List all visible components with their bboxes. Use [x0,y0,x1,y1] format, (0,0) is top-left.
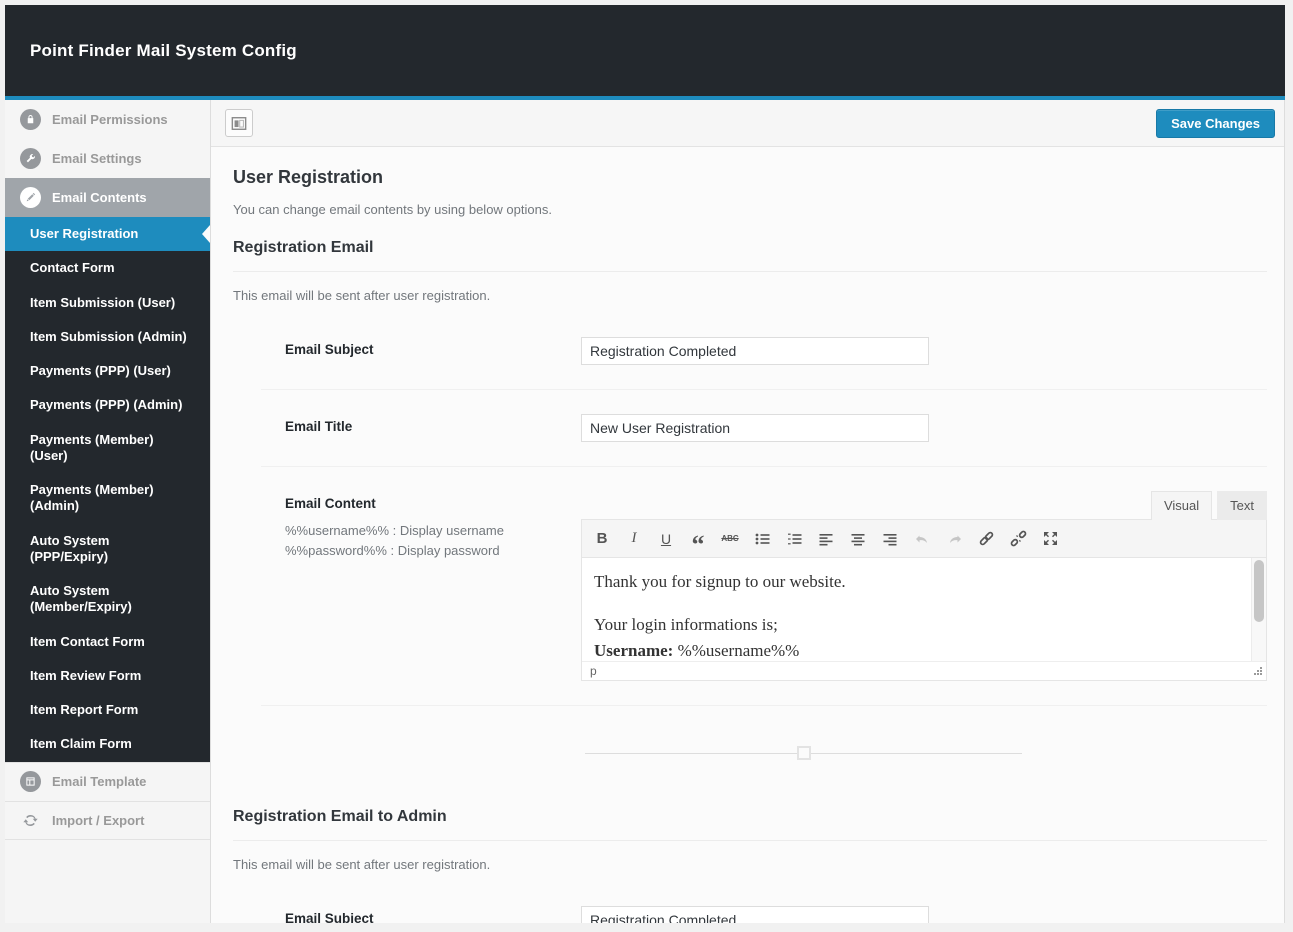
unlink-button[interactable] [1004,525,1032,553]
submenu-item-item-review-form[interactable]: Item Review Form [5,659,210,693]
sidebar-item-label: Email Permissions [52,112,168,127]
blockquote-button[interactable]: “ [684,525,712,553]
sidebar-item-email-template[interactable]: Email Template [5,762,210,801]
strikethrough-button[interactable]: ABC [716,525,744,553]
italic-button[interactable]: I [620,525,648,553]
email-subject-label: Email Subject [285,342,581,357]
plugin-config-window: Point Finder Mail System Config Email Pe… [5,5,1285,923]
editor-statusbar: p [582,661,1266,680]
sidebar-item-email-settings[interactable]: Email Settings [5,139,210,178]
submenu-item-payments-member-user[interactable]: Payments (Member) (User) [5,423,210,474]
section-description: This email will be sent after user regis… [233,857,1267,872]
email-title-label: Email Title [285,419,581,434]
layout-toggle-button[interactable] [225,109,253,137]
email-contents-submenu: User Registration Contact Form Item Subm… [5,217,210,762]
email-content-label: Email Content [285,496,581,511]
sync-icon [20,812,41,829]
admin-email-subject-label: Email Subject [285,911,581,923]
sidebar-item-label: Email Contents [52,190,147,205]
resize-grip-icon[interactable] [1253,666,1263,676]
submenu-item-item-report-form[interactable]: Item Report Form [5,693,210,727]
submenu-item-payments-ppp-admin[interactable]: Payments (PPP) (Admin) [5,388,210,422]
layout-icon [231,116,247,131]
email-title-input[interactable] [581,414,929,442]
section-title-registration-email: Registration Email [233,239,1267,272]
app-header: Point Finder Mail System Config [5,5,1285,100]
fullscreen-button[interactable] [1036,525,1064,553]
editor-toolbar: B I U “ ABC [582,520,1266,558]
content-topbar: Save Changes [211,100,1284,147]
app-title: Point Finder Mail System Config [30,41,297,61]
pencil-icon [20,187,41,208]
submenu-item-auto-system-ppp[interactable]: Auto System (PPP/Expiry) [5,524,210,575]
sidebar-item-label: Import / Export [52,813,144,828]
divider-handle [797,746,811,760]
redo-button[interactable] [940,525,968,553]
submenu-item-item-submission-user[interactable]: Item Submission (User) [5,286,210,320]
page-description: You can change email contents by using b… [233,202,1267,217]
email-subject-input[interactable] [581,337,929,365]
element-path[interactable]: p [590,664,597,678]
submenu-item-item-submission-admin[interactable]: Item Submission (Admin) [5,320,210,354]
scrollbar-thumb[interactable] [1254,560,1264,622]
editor-scrollbar[interactable] [1251,558,1266,661]
section-title-registration-email-admin: Registration Email to Admin [233,808,1267,841]
placeholder-hints: %%username%% : Display username %%passwo… [285,521,581,561]
sidebar: Email Permissions Email Settings Email C… [5,100,211,923]
sidebar-item-label: Email Template [52,774,146,789]
admin-email-subject-input[interactable] [581,906,929,923]
bold-button[interactable]: B [588,525,616,553]
wrench-icon [20,148,41,169]
submenu-item-payments-member-admin[interactable]: Payments (Member) (Admin) [5,473,210,524]
current-item-arrow [202,225,210,243]
submenu-item-item-contact-form[interactable]: Item Contact Form [5,625,210,659]
align-right-button[interactable] [876,525,904,553]
wysiwyg-editor: Visual Text B I U “ ABC [581,491,1267,681]
submenu-item-contact-form[interactable]: Contact Form [5,251,210,285]
submenu-item-item-claim-form[interactable]: Item Claim Form [5,727,210,761]
lock-icon [20,109,41,130]
content-area: Save Changes User Registration You can c… [211,100,1284,923]
email-title-row: Email Title [261,390,1267,467]
email-content-row: Email Content %%username%% : Display use… [261,467,1267,706]
sidebar-item-email-contents[interactable]: Email Contents [5,178,210,217]
editor-content[interactable]: Thank you for signup to our website. You… [582,558,1266,661]
sidebar-item-email-permissions[interactable]: Email Permissions [5,100,210,139]
sidebar-item-import-export[interactable]: Import / Export [5,801,210,840]
align-left-button[interactable] [812,525,840,553]
numbered-list-button[interactable] [780,525,808,553]
section-divider [585,746,1022,760]
submenu-item-auto-system-member[interactable]: Auto System (Member/Expiry) [5,574,210,625]
editor-box: B I U “ ABC [581,519,1267,681]
underline-button[interactable]: U [652,525,680,553]
settings-page: User Registration You can change email c… [211,147,1284,923]
link-button[interactable] [972,525,1000,553]
tab-visual[interactable]: Visual [1151,491,1212,520]
tab-text[interactable]: Text [1217,491,1267,520]
admin-email-subject-row: Email Subject [261,882,1267,923]
sidebar-item-label: Email Settings [52,151,142,166]
submenu-item-payments-ppp-user[interactable]: Payments (PPP) (User) [5,354,210,388]
save-button[interactable]: Save Changes [1156,109,1275,138]
template-icon [20,771,41,792]
align-center-button[interactable] [844,525,872,553]
section-description: This email will be sent after user regis… [233,288,1267,303]
undo-button[interactable] [908,525,936,553]
editor-mode-tabs: Visual Text [581,491,1267,519]
email-subject-row: Email Subject [261,313,1267,390]
page-title: User Registration [233,167,1267,188]
bullet-list-button[interactable] [748,525,776,553]
submenu-item-user-registration[interactable]: User Registration [5,217,210,251]
